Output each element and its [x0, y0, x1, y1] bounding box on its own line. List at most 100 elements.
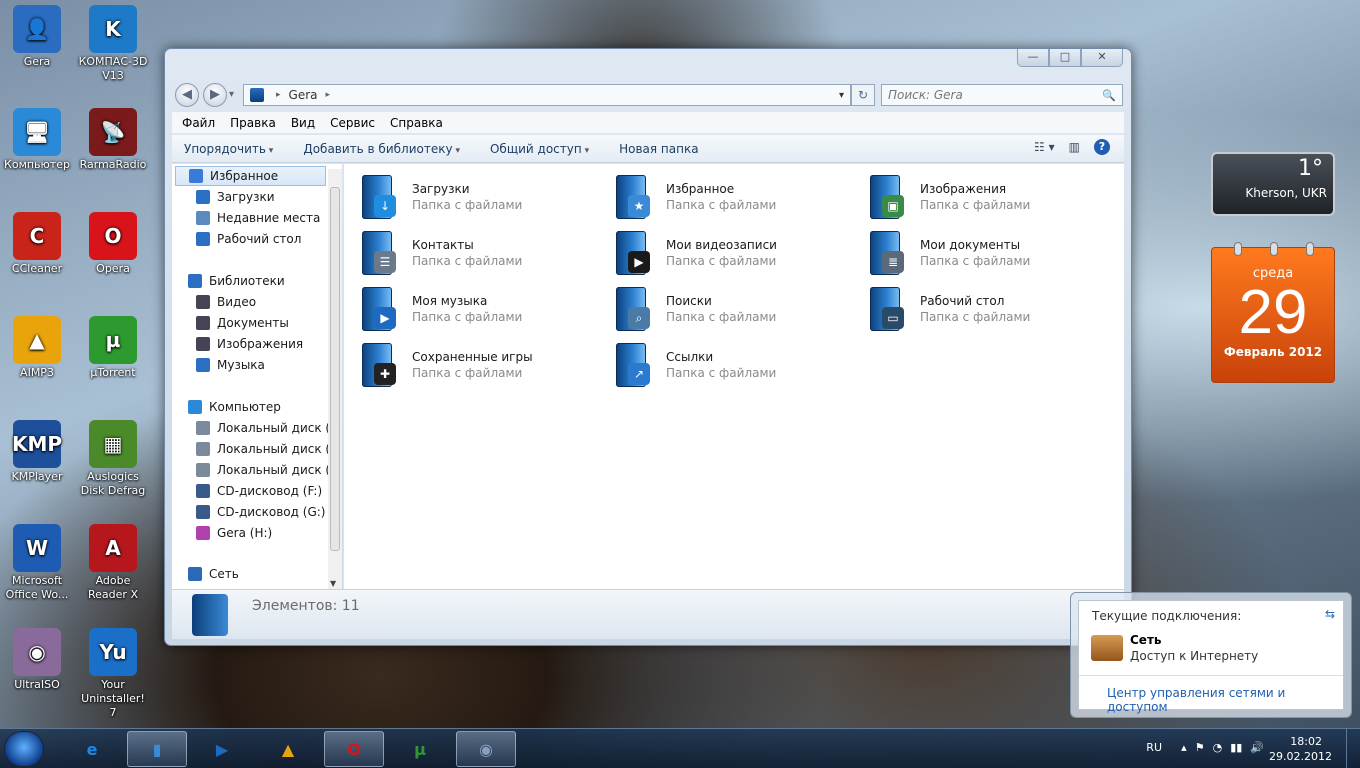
desktop-icon-9[interactable]: KMP KMPlayer — [1, 420, 73, 484]
desktop-icon-label: Your Uninstaller! 7 — [81, 678, 145, 719]
taskbar-utorrent-button[interactable]: µ — [390, 731, 450, 767]
address-bar[interactable]: ▸ Gera ▸ ▾ — [243, 84, 851, 106]
folder-tile[interactable]: ★ Избранное Папка с файлами — [612, 172, 852, 222]
command-button[interactable]: Добавить в библиотеку — [303, 142, 460, 156]
tray-icon[interactable]: 🔊 — [1250, 741, 1264, 754]
desktop-icon-14[interactable]: Yu Your Uninstaller! 7 — [77, 628, 149, 720]
minimize-button[interactable]: — — [1017, 49, 1049, 67]
desktop-icon-5[interactable]: C CCleaner — [1, 212, 73, 276]
taskbar-ie-button[interactable]: e — [62, 731, 122, 767]
nav-item[interactable]: CD-дисковод (G:) — [196, 502, 325, 522]
forward-button[interactable]: ▶ — [203, 83, 227, 107]
nav-item[interactable]: Избранное — [175, 166, 326, 186]
nav-item[interactable]: Gera (H:) — [196, 523, 272, 543]
nav-item[interactable]: Сеть — [188, 564, 239, 584]
folder-text: Мои видеозаписи Папка с файлами — [666, 237, 777, 269]
nav-item[interactable]: Библиотеки — [188, 271, 285, 291]
desktop-icon-12[interactable]: A Adobe Reader X — [77, 524, 149, 602]
folder-tile[interactable]: ↓ Загрузки Папка с файлами — [358, 172, 598, 222]
command-button[interactable]: Упорядочить — [184, 142, 273, 156]
desktop-icon-4[interactable]: 📡 RarmaRadio — [77, 108, 149, 172]
desktop-icon-13[interactable]: ◉ UltraISO — [1, 628, 73, 692]
refresh-button[interactable]: ↻ — [851, 84, 875, 106]
desktop-icon-label: КОМПАС-3D V13 — [78, 55, 148, 82]
scroll-down-icon[interactable]: ▼ — [330, 579, 336, 588]
recent-pages-dropdown[interactable]: ▾ — [229, 89, 234, 100]
menu-item[interactable]: Правка — [230, 116, 276, 130]
tray-icon[interactable]: ⚑ — [1195, 741, 1205, 754]
calendar-month: Февраль 2012 — [1223, 345, 1323, 359]
nav-item[interactable]: Рабочий стол — [196, 229, 301, 249]
folder-tile[interactable]: ▶ Мои видеозаписи Папка с файлами — [612, 228, 852, 278]
folder-name: Изображения — [920, 182, 1007, 196]
search-input[interactable]: Поиск: Gera 🔍 — [881, 84, 1123, 106]
desktop-icon-11[interactable]: W Microsoft Office Wo... — [1, 524, 73, 602]
network-refresh-icon[interactable]: ⇆ — [1325, 607, 1335, 621]
start-button[interactable] — [4, 731, 44, 767]
change-view-icon[interactable]: ☷ ▾ — [1034, 140, 1055, 154]
nav-item[interactable]: Локальный диск (D — [196, 439, 339, 459]
desktop-icon-2[interactable]: K КОМПАС-3D V13 — [77, 5, 149, 83]
menu-item[interactable]: Вид — [291, 116, 315, 130]
folder-tile[interactable]: ▶ Моя музыка Папка с файлами — [358, 284, 598, 334]
nav-item[interactable]: Музыка — [196, 355, 265, 375]
folder-tile[interactable]: ▣ Изображения Папка с файлами — [866, 172, 1106, 222]
preview-pane-icon[interactable]: ▥ — [1069, 140, 1080, 154]
taskbar-webcam-button[interactable]: ◉ — [456, 731, 516, 767]
breadcrumb-arrow-icon[interactable]: ▸ — [326, 90, 331, 100]
tray-icon[interactable]: ◔ — [1213, 741, 1223, 754]
desktop-icon-1[interactable]: 👤 Gera — [1, 5, 73, 69]
nav-item[interactable]: Локальный диск (E — [196, 460, 338, 480]
tray-icon[interactable]: ▮▮ — [1230, 741, 1242, 754]
breadcrumb-location[interactable]: Gera — [289, 88, 318, 102]
folder-tile[interactable]: ☰ Контакты Папка с файлами — [358, 228, 598, 278]
folder-emblem-icon: ▣ — [882, 195, 904, 217]
desktop-icon-6[interactable]: O Opera — [77, 212, 149, 276]
folder-tile[interactable]: ≣ Мои документы Папка с файлами — [866, 228, 1106, 278]
scroll-thumb[interactable] — [330, 187, 340, 551]
desktop-icon-10[interactable]: ▦ Auslogics Disk Defrag — [77, 420, 149, 498]
folder-tile[interactable]: ✚ Сохраненные игры Папка с файлами — [358, 340, 598, 390]
nav-item[interactable]: Загрузки — [196, 187, 275, 207]
calendar-gadget[interactable]: среда 29 Февраль 2012 — [1211, 242, 1335, 383]
nav-item[interactable]: Изображения — [196, 334, 303, 354]
folder-tile[interactable]: ⌕ Поиски Папка с файлами — [612, 284, 852, 334]
nav-item[interactable]: Компьютер — [188, 397, 281, 417]
menu-item[interactable]: Справка — [390, 116, 443, 130]
taskbar-media-player-button[interactable]: ▶ — [192, 731, 252, 767]
help-icon[interactable]: ? — [1094, 139, 1110, 155]
address-dropdown-icon[interactable]: ▾ — [839, 90, 844, 101]
nav-scrollbar[interactable]: ▼ — [328, 169, 342, 589]
folder-tile[interactable]: ▭ Рабочий стол Папка с файлами — [866, 284, 1106, 334]
desktop-icon-3[interactable]: 🖥 Компьютер — [1, 108, 73, 172]
network-popup: Текущие подключения: ⇆ Сеть Доступ к Инт… — [1070, 592, 1352, 718]
show-desktop-button[interactable] — [1346, 729, 1360, 768]
clock-date[interactable]: 29.02.2012 — [1269, 750, 1332, 763]
language-indicator[interactable]: RU — [1146, 741, 1162, 754]
back-button[interactable]: ◀ — [175, 83, 199, 107]
clock-time[interactable]: 18:02 — [1290, 735, 1322, 748]
search-icon[interactable]: 🔍 — [1102, 89, 1116, 102]
taskbar-explorer-button[interactable]: ▮ — [127, 731, 187, 767]
tray-icon[interactable]: ▴ — [1181, 741, 1187, 754]
taskbar-opera-button[interactable]: O — [324, 731, 384, 767]
close-button[interactable]: ✕ — [1081, 49, 1123, 67]
nav-item-label: Рабочий стол — [217, 232, 302, 246]
nav-item[interactable]: Недавние места — [196, 208, 320, 228]
folder-tile[interactable]: ↗ Ссылки Папка с файлами — [612, 340, 852, 390]
new-folder-button[interactable]: Новая папка — [619, 142, 698, 156]
weather-gadget[interactable]: 1° Kherson, UKR — [1211, 152, 1335, 216]
taskbar-aimp-button[interactable]: ▲ — [258, 731, 318, 767]
nav-item[interactable]: Видео — [196, 292, 256, 312]
menu-item[interactable]: Сервис — [330, 116, 375, 130]
nav-item[interactable]: Локальный диск (C — [196, 418, 338, 438]
menu-item[interactable]: Файл — [182, 116, 215, 130]
network-center-link[interactable]: Центр управления сетями и доступом — [1107, 686, 1343, 714]
command-button[interactable]: Общий доступ — [490, 142, 589, 156]
desktop-icon-7[interactable]: ▲ AIMP3 — [1, 316, 73, 380]
nav-item[interactable]: CD-дисковод (F:) — [196, 481, 322, 501]
maximize-button[interactable]: □ — [1049, 49, 1081, 67]
desktop-app-icon: ◉ — [13, 628, 61, 676]
desktop-icon-8[interactable]: µ µTorrent — [77, 316, 149, 380]
nav-item[interactable]: Документы — [196, 313, 289, 333]
